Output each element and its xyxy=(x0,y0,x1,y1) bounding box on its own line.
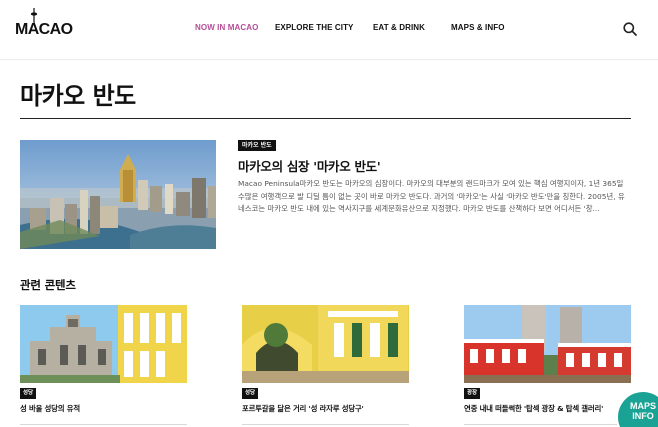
card-image-tap-seac xyxy=(464,305,631,383)
card-image-st-lazarus xyxy=(242,305,409,383)
search-icon[interactable] xyxy=(622,21,638,37)
card-divider xyxy=(242,424,409,425)
feature-image-macao-skyline[interactable] xyxy=(20,140,216,249)
nav-eat-and-drink[interactable]: EAT & DRINK xyxy=(373,23,425,32)
card-category-badge: 성당 xyxy=(242,388,259,399)
feature-title[interactable]: 마카오의 심장 '마카오 반도' xyxy=(238,156,381,175)
nav-now-in-macao[interactable]: NOW IN MACAO xyxy=(195,23,258,32)
page-title: 마카오 반도 xyxy=(20,82,136,110)
nav-maps-and-info[interactable]: MAPS & INFO xyxy=(451,23,505,32)
related-content-heading: 관련 콘텐츠 xyxy=(20,278,76,292)
card-category-badge: 광장 xyxy=(464,388,481,399)
card-image-ruins xyxy=(20,305,187,383)
related-card-ruins-st-paul[interactable]: 성당 성 바울 성당의 유적 xyxy=(20,305,187,427)
card-divider xyxy=(464,424,631,425)
nav-explore-the-city[interactable]: EXPLORE THE CITY xyxy=(275,23,354,32)
related-card-st-lazarus[interactable]: 성당 포르투갈을 닮은 거리 '성 라자루 성당구' xyxy=(242,305,409,427)
feature-description: Macao Peninsula마카오 반도는 마카오의 심장이다. 마카오의 대… xyxy=(238,179,625,214)
macau-tower-icon xyxy=(30,8,38,24)
card-title: 포르투갈을 닮은 거리 '성 라자루 성당구' xyxy=(242,404,364,413)
card-title: 연중 내내 떠들썩한 '탑섹 광장 & 탑섹 갤러리' xyxy=(464,404,604,413)
fab-label-line2: INFO xyxy=(632,411,654,421)
card-divider xyxy=(20,424,187,425)
card-title: 성 바울 성당의 유적 xyxy=(20,404,80,413)
main-nav: NOW IN MACAO EXPLORE THE CITY EAT & DRIN… xyxy=(0,23,658,37)
card-category-badge: 성당 xyxy=(20,388,37,399)
feature-category-badge: 마카오 반도 xyxy=(238,140,276,152)
fab-label-line1: MAPS xyxy=(629,401,656,411)
site-header: MACAO NOW IN MACAO EXPLORE THE CITY EAT … xyxy=(0,0,658,60)
title-divider xyxy=(20,118,631,119)
related-card-tap-seac-square[interactable]: 광장 연중 내내 떠들썩한 '탑섹 광장 & 탑섹 갤러리' xyxy=(464,305,631,427)
